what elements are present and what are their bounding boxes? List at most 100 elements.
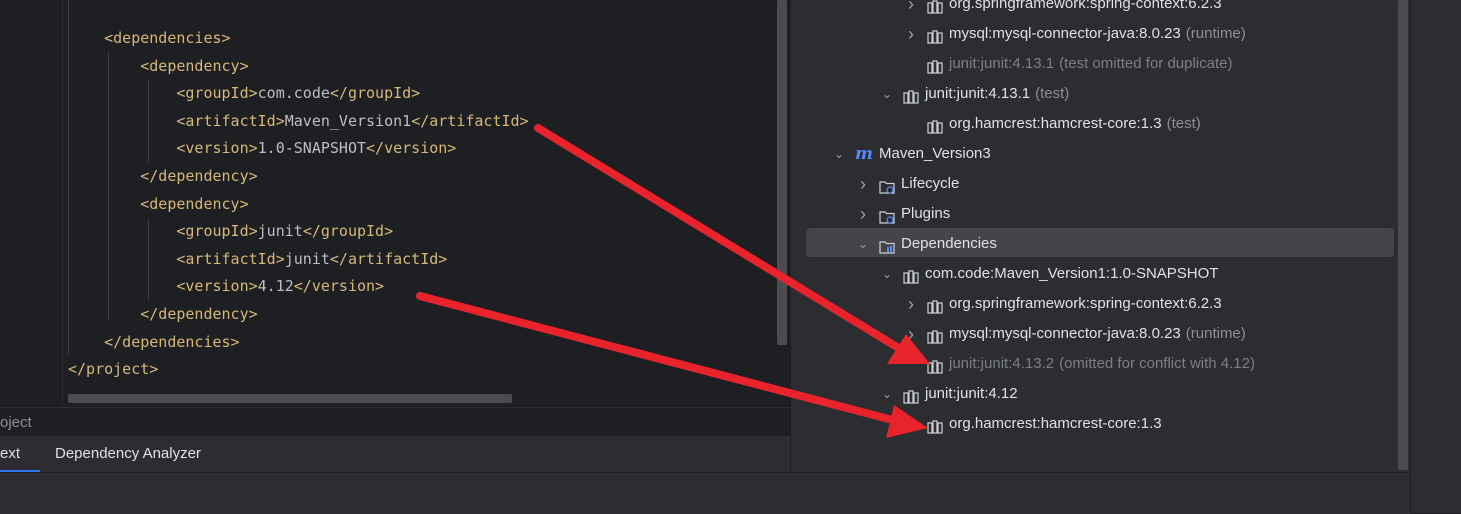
chevron-down-icon[interactable]: ⌄ xyxy=(882,379,892,409)
tree-row[interactable]: junit:junit:4.13.1 (test omitted for dupl… xyxy=(927,49,1233,79)
tree-row[interactable]: junit:junit:4.13.1 (test) xyxy=(903,79,1069,109)
chevron-down-icon[interactable]: ⌄ xyxy=(882,79,892,109)
code-line: <version>4.12</version> xyxy=(68,276,384,296)
tree-row-label: org.hamcrest:hamcrest-core:1.3 xyxy=(949,115,1162,132)
xml-text: 4.12 xyxy=(257,277,294,296)
tree-scrollbar[interactable] xyxy=(1398,0,1408,470)
xml-tag: </artifactId> xyxy=(411,111,529,130)
tree-row-scope-note: (omitted for conflict with 4.12) xyxy=(1059,355,1255,372)
xml-tag: <artifactId> xyxy=(176,111,285,130)
code-line: <dependencies> xyxy=(68,28,231,48)
code-line: <dependency> xyxy=(68,56,249,76)
xml-tag: </project> xyxy=(68,360,159,379)
tree-row-label: Lifecycle xyxy=(901,175,960,192)
tree-row-label: org.hamcrest:hamcrest-core:1.3 xyxy=(949,415,1162,432)
tree-row-scope-note: (runtime) xyxy=(1185,325,1246,342)
xml-text: junit xyxy=(257,222,303,241)
library-icon xyxy=(927,356,943,374)
library-icon xyxy=(927,0,943,14)
library-icon xyxy=(927,326,943,344)
code-line: <artifactId>junit</artifactId> xyxy=(68,249,447,269)
chevron-down-icon[interactable]: ⌄ xyxy=(834,139,844,169)
library-icon xyxy=(927,56,943,74)
editor-bottom-tabs: ext Dependency Analyzer xyxy=(0,436,790,472)
xml-text: junit xyxy=(284,249,330,268)
xml-tag: <dependency> xyxy=(140,194,249,213)
chevron-down-icon[interactable]: ⌄ xyxy=(882,259,892,289)
tree-row[interactable]: org.hamcrest:hamcrest-core:1.3 xyxy=(927,409,1162,439)
xml-text: Maven_Version1 xyxy=(284,111,412,130)
tab-dependency-analyzer[interactable]: Dependency Analyzer xyxy=(55,436,201,472)
tree-row-scope-note: (test omitted for duplicate) xyxy=(1059,55,1233,72)
xml-tag: </groupId> xyxy=(329,84,421,103)
code-line: <version>1.0-SNAPSHOT</version> xyxy=(68,138,456,158)
tree-row[interactable]: mysql:mysql-connector-java:8.0.23 (runtim… xyxy=(927,319,1246,349)
chevron-right-icon[interactable]: › xyxy=(906,19,916,49)
tree-row[interactable]: org.springframework:spring-context:6.2.3 xyxy=(927,0,1222,19)
tree-row-label: org.springframework:spring-context:6.2.3 xyxy=(949,0,1222,12)
xml-text: 1.0-SNAPSHOT xyxy=(257,139,367,158)
xml-tag: </groupId> xyxy=(302,222,394,241)
tree-row-label: Plugins xyxy=(901,205,951,222)
tree-row-label: Maven_Version3 xyxy=(879,145,991,162)
tree-row[interactable]: junit:junit:4.13.2 (omitted for conflict … xyxy=(927,349,1255,379)
xml-tag: </version> xyxy=(293,277,385,296)
xml-tag: <dependency> xyxy=(140,56,249,75)
tree-row-label: junit:junit:4.12 xyxy=(925,385,1018,402)
xml-tag: <groupId> xyxy=(176,84,258,103)
tree-row[interactable]: com.code:Maven_Version1:1.0-SNAPSHOT xyxy=(903,259,1218,289)
library-icon xyxy=(927,26,943,44)
tree-row[interactable]: org.hamcrest:hamcrest-core:1.3 (test) xyxy=(927,109,1201,139)
editor-horizontal-scrollbar[interactable] xyxy=(68,394,512,403)
xml-tag: <version> xyxy=(176,277,258,296)
chevron-right-icon[interactable]: › xyxy=(906,0,916,19)
gutter-divider xyxy=(62,0,63,407)
xml-tag: <version> xyxy=(176,139,258,158)
xml-tag: <groupId> xyxy=(176,222,258,241)
tree-row-scope-note: (test) xyxy=(1166,115,1201,132)
library-icon xyxy=(927,296,943,314)
tree-row-label: junit:junit:4.13.1 xyxy=(925,85,1031,102)
code-line: <groupId>junit</groupId> xyxy=(68,221,393,241)
tree-row-label: junit:junit:4.13.1 xyxy=(949,55,1055,72)
plugins-folder-icon xyxy=(879,206,895,224)
xml-tag: </dependency> xyxy=(140,305,258,323)
xml-text: com.code xyxy=(257,84,330,103)
code-line: </dependencies> xyxy=(68,332,240,352)
code-line: <dependency> xyxy=(68,194,249,214)
xml-tag: <dependencies> xyxy=(104,29,231,47)
tree-row[interactable]: mysql:mysql-connector-java:8.0.23 (runtim… xyxy=(927,19,1246,49)
status-bar xyxy=(0,472,1410,514)
editor-vertical-scrollbar[interactable] xyxy=(777,0,787,345)
chevron-down-icon[interactable]: ⌄ xyxy=(858,229,868,259)
library-icon xyxy=(903,86,919,104)
xml-tag: </version> xyxy=(366,139,457,158)
tree-row[interactable]: Dependencies xyxy=(879,229,997,259)
tree-row-label: com.code:Maven_Version1:1.0-SNAPSHOT xyxy=(925,265,1219,282)
breadcrumb[interactable]: oject xyxy=(0,414,32,431)
tree-row[interactable]: org.springframework:spring-context:6.2.3 xyxy=(927,289,1222,319)
chevron-right-icon[interactable]: › xyxy=(858,199,868,229)
chevron-right-icon[interactable]: › xyxy=(858,169,868,199)
breadcrumb-bar: oject xyxy=(0,407,790,436)
tree-row-label: org.springframework:spring-context:6.2.3 xyxy=(949,295,1222,312)
library-icon xyxy=(903,266,919,284)
tree-row-scope-note: (test) xyxy=(1035,85,1070,102)
tree-row[interactable]: Plugins xyxy=(879,199,950,229)
xml-tag: </dependencies> xyxy=(104,332,240,351)
code-line: <artifactId>Maven_Version1</artifactId> xyxy=(68,111,529,131)
dependencies-folder-icon xyxy=(879,236,895,254)
tab-text[interactable]: ext xyxy=(0,436,40,472)
tree-row-scope-note: (runtime) xyxy=(1185,25,1246,42)
tree-row[interactable]: junit:junit:4.12 xyxy=(903,379,1018,409)
tree-row-label: junit:junit:4.13.2 xyxy=(949,355,1055,372)
library-icon xyxy=(903,386,919,404)
chevron-right-icon[interactable]: › xyxy=(906,319,916,349)
xml-tag: <artifactId> xyxy=(176,249,285,268)
tree-row[interactable]: m Maven_Version3 xyxy=(855,139,991,169)
tree-row-label: Dependencies xyxy=(901,235,997,252)
chevron-right-icon[interactable]: › xyxy=(906,289,916,319)
tree-row[interactable]: Lifecycle xyxy=(879,169,959,199)
code-line: <groupId>com.code</groupId> xyxy=(68,83,420,103)
code-editor[interactable]: <dependencies> <dependency> <groupId>com… xyxy=(0,0,790,407)
